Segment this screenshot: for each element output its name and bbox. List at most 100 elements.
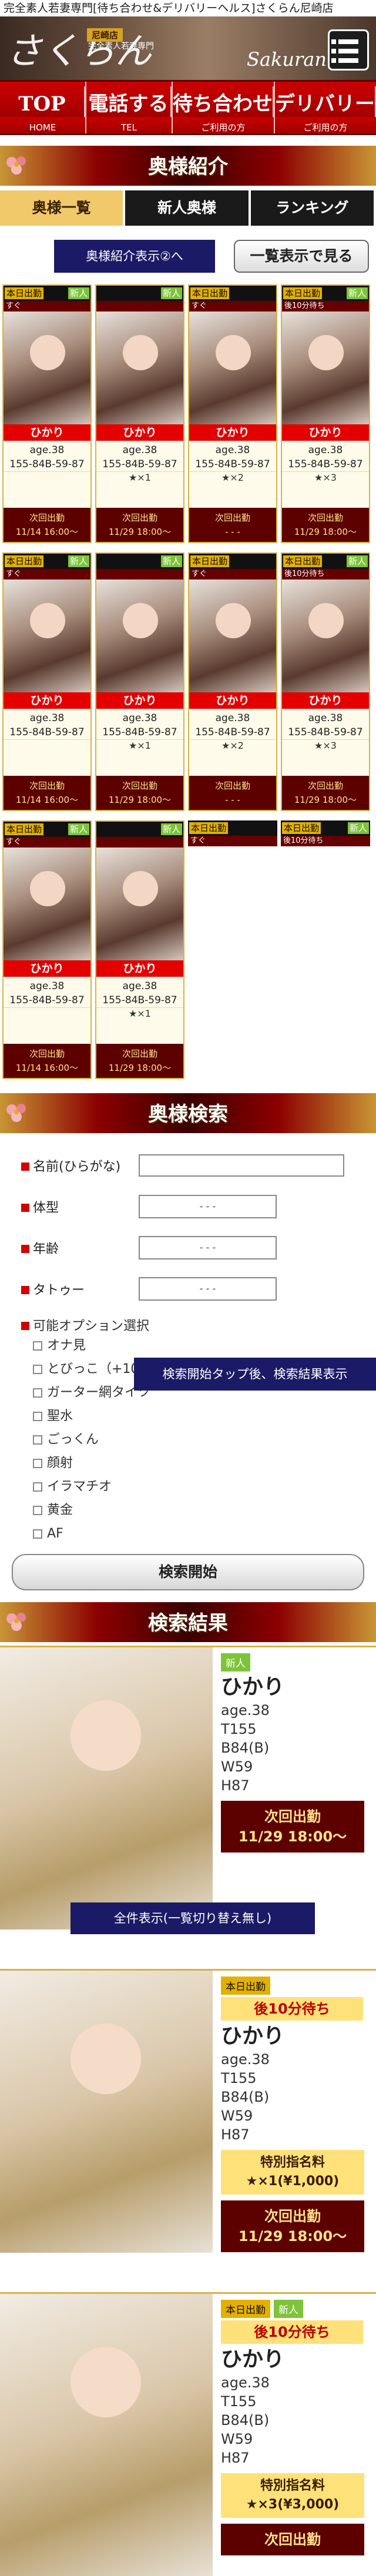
next-shift-time: 11/29 18:00～ — [294, 795, 357, 805]
nav-top[interactable]: TOP HOME — [0, 82, 86, 133]
nav-sublabel: ご利用の方 — [173, 117, 274, 133]
checkbox[interactable] — [33, 1529, 42, 1539]
option-item[interactable]: イラマチオ — [33, 1475, 358, 1499]
cast-detail: B84(B) — [221, 2089, 270, 2105]
next-shift-time: 11/14 16:00～ — [15, 1063, 79, 1073]
checkbox[interactable] — [33, 1459, 42, 1468]
hamburger-menu-button[interactable] — [328, 29, 369, 71]
name-input[interactable] — [139, 1154, 344, 1177]
option-item[interactable]: 顔射 — [33, 1452, 358, 1475]
cast-size: 155-84B-59-87 — [102, 458, 177, 470]
cast-card[interactable]: 新人 ひかり age.38 155-84B-59-87 ★×1 次回出勤 11/29 18:… — [95, 284, 184, 543]
star-rank: ★×3 — [282, 471, 369, 485]
tab-all[interactable]: 奥様一覧 — [0, 190, 126, 226]
tab-ranking[interactable]: ランキング — [250, 190, 376, 226]
cast-card[interactable]: 本日出勤 すぐ ひかり age.38 155-84B-59-87 ★×2 次回出勤 - - - — [188, 552, 277, 811]
nav-delivery[interactable]: デリバリー ご利用の方 — [275, 82, 376, 133]
list-view-button[interactable]: 一覧表示で見る — [234, 240, 369, 273]
checkbox[interactable] — [33, 1412, 42, 1421]
next-shift: 次回出勤 11/29 18:00～ — [282, 776, 369, 810]
cast-card[interactable]: 本日出勤 新人 すぐ ひかり age.38 155-84B-59-87 次回出勤 11/14 … — [2, 820, 92, 1079]
nav-meeting[interactable]: 待ち合わせ ご利用の方 — [173, 82, 275, 133]
new-badge: 新人 — [160, 555, 182, 567]
alt-view-button[interactable]: 奥様紹介表示②へ — [54, 240, 215, 273]
option-item[interactable]: ごっくん — [33, 1428, 358, 1452]
cast-age: age.38 — [122, 712, 157, 724]
cast-photo[interactable] — [282, 311, 369, 424]
cast-age: age.38 — [29, 712, 65, 724]
age-select[interactable]: - - - — [139, 1236, 277, 1259]
cast-detail: B84(B) — [221, 2412, 270, 2428]
new-badge: 新人 — [160, 823, 182, 835]
tab-new[interactable]: 新人奥様 — [125, 190, 251, 226]
today-badge: 本日出勤 — [190, 555, 230, 567]
cast-card[interactable]: 新人 ひかり age.38 155-84B-59-87 ★×1 次回出勤 11/29 18:… — [95, 552, 184, 811]
cast-card[interactable]: 本日出勤 すぐ ひかり age.38 155-84B-59-87 ★×2 次回出勤 - - - — [188, 284, 277, 543]
cast-photo[interactable] — [4, 579, 90, 692]
next-shift-label: 次回出勤 — [264, 2531, 321, 2548]
next-shift-time: 11/14 16:00～ — [15, 527, 79, 537]
next-shift: 次回出勤 11/29 18:00～ — [96, 776, 183, 810]
cast-card[interactable]: 本日出勤 新人 すぐ ひかり age.38 155-84B-59-87 次回出勤 11/14 … — [2, 552, 92, 811]
cast-photo[interactable] — [96, 579, 183, 692]
checkbox[interactable] — [33, 1435, 42, 1445]
result-photo[interactable] — [0, 1971, 213, 2253]
result-photo[interactable] — [0, 2294, 213, 2576]
cast-card[interactable]: 本日出勤 新人 後10分待ち ひかり age.38 155-84B-59-87 ★×3 次回出… — [281, 284, 370, 543]
result-item[interactable]: 本日出勤 新人 後10分待ち ひかり age.38 T155 B84(B) W59 H87 特別指… — [0, 2292, 376, 2576]
cast-card[interactable]: 本日出勤 新人 後10分待ち ひかり age.38 155-84B-59-87 ★×3 次回出… — [281, 552, 370, 811]
result-item[interactable]: 新人 ひかり age.38 T155 B84(B) W59 H87 次回出勤 11/29 18:… — [0, 1646, 376, 1934]
checkbox[interactable] — [33, 1506, 42, 1515]
next-shift: 次回出勤 11/14 16:00～ — [4, 776, 90, 810]
star-rank: ★×3 — [282, 739, 369, 753]
checkbox[interactable] — [33, 1482, 42, 1492]
next-shift-time: 11/29 18:00～ — [108, 1063, 172, 1073]
cast-photo[interactable] — [282, 579, 369, 692]
card-header: 本日出勤 新人 — [4, 286, 90, 301]
star-rank — [4, 471, 90, 485]
today-badge: 本日出勤 — [190, 287, 230, 299]
cast-age: age.38 — [308, 712, 343, 724]
cast-photo[interactable] — [4, 847, 90, 960]
result-photo[interactable] — [0, 1647, 213, 1930]
checkbox[interactable] — [33, 1365, 42, 1374]
cast-card[interactable]: 本日出勤 新人 すぐ ひかり age.38 155-84B-59-87 次回出勤 11/14 … — [2, 284, 92, 543]
today-badge: 本日出勤 — [282, 822, 321, 834]
body-select[interactable]: - - - — [139, 1195, 277, 1218]
new-badge: 新人 — [346, 555, 368, 567]
new-badge: 新人 — [160, 287, 182, 299]
cast-photo[interactable] — [96, 847, 183, 960]
next-shift-time: 11/29 18:00～ — [238, 2228, 347, 2245]
next-shift: 次回出勤 11/14 16:00～ — [4, 508, 90, 542]
tattoo-label: タトゥー — [21, 1279, 139, 1298]
nav-tel[interactable]: 電話する TEL — [86, 82, 173, 133]
wait-status: すぐ — [4, 837, 90, 847]
cast-size: 155-84B-59-87 — [9, 994, 85, 1006]
cast-size: 155-84B-59-87 — [9, 458, 85, 470]
option-item[interactable]: AF — [33, 1522, 358, 1546]
next-shift-time: - - - — [225, 795, 240, 805]
option-item[interactable]: オナ見 — [33, 1334, 358, 1358]
cast-photo[interactable] — [96, 311, 183, 424]
card-header: 本日出勤 — [188, 820, 277, 836]
cast-photo[interactable] — [189, 311, 276, 424]
cast-photo[interactable] — [189, 579, 276, 692]
wait-status: 後10分待ち — [221, 1997, 363, 2021]
cast-photo[interactable] — [4, 311, 90, 424]
card-header: 本日出勤 新人 — [4, 822, 90, 837]
section-header-intro: 奥様紹介 — [0, 146, 376, 186]
checkbox[interactable] — [33, 1388, 42, 1398]
result-item[interactable]: 本日出勤 後10分待ち ひかり age.38 T155 B84(B) W59 H87 特別指名料… — [0, 1969, 376, 2253]
option-label: オナ見 — [47, 1338, 86, 1353]
cast-name: ひかり — [96, 692, 183, 709]
option-item[interactable]: 黄金 — [33, 1499, 358, 1522]
option-item[interactable]: 聖水 — [33, 1405, 358, 1428]
card-header: 本日出勤 新人 — [4, 554, 90, 569]
checkbox[interactable] — [33, 1341, 42, 1351]
option-list: 検索開始タップ後、検索結果表示 オナ見 とびっこ（+10分） ガーター網タイツ 聖水ご… — [21, 1334, 376, 1546]
cast-card[interactable]: 新人 ひかり age.38 155-84B-59-87 ★×1 次回出勤 11/29 18:… — [95, 820, 184, 1079]
tattoo-select[interactable]: - - - — [139, 1277, 277, 1301]
cast-name: ひかり — [96, 424, 183, 441]
show-all-button[interactable]: 全件表示(一覧切り替え無し) — [70, 1902, 315, 1934]
search-submit-button[interactable]: 検索開始 — [12, 1554, 364, 1590]
